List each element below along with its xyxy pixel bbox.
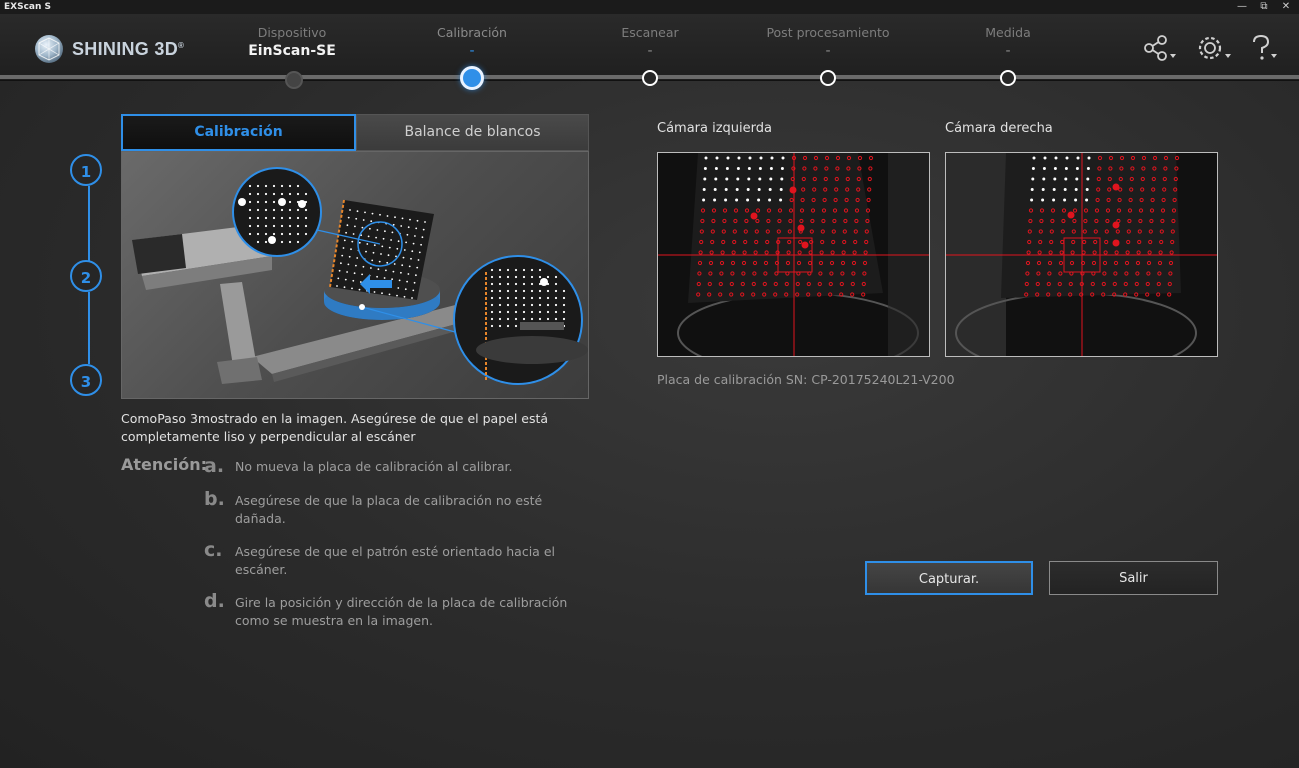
step-label: Post procesamiento — [766, 25, 890, 40]
minimize-icon[interactable]: — — [1231, 0, 1253, 14]
step-post-procesamiento[interactable]: Post procesamiento - — [743, 25, 913, 59]
logo: SHINING 3D® — [34, 34, 184, 64]
step-calibracion[interactable]: Calibración - — [387, 25, 557, 59]
progress-node-medida[interactable] — [1000, 70, 1016, 86]
attention-item-a: No mueva la placa de calibración al cali… — [235, 459, 513, 474]
attention-item-d: Gire la posición y dirección de la placa… — [235, 595, 568, 628]
step-label: Calibración — [437, 25, 507, 40]
logo-text: SHINING 3D® — [72, 38, 185, 59]
tab-calibracion[interactable]: Calibración — [121, 114, 356, 151]
title-bar: EXScan S — ⧉ ✕ — [0, 0, 1299, 14]
progress-node-escanear[interactable] — [642, 70, 658, 86]
attention-letter-d: d. — [204, 590, 225, 612]
calibration-illustration — [121, 151, 589, 399]
tab-balance-de-blancos[interactable]: Balance de blancos — [356, 114, 589, 151]
step-value: - — [469, 43, 475, 59]
step-value: EinScan-SE — [248, 43, 336, 59]
attention-letter-a: a. — [204, 455, 225, 477]
step-connector — [88, 292, 90, 364]
progress-node-calibracion[interactable] — [460, 66, 484, 90]
calibration-tabs: Calibración Balance de blancos — [121, 114, 589, 151]
step-medida[interactable]: Medida - — [923, 25, 1093, 59]
left-camera-title: Cámara izquierda — [657, 121, 772, 136]
step-label: Medida — [985, 25, 1031, 40]
step-number-3: 3 — [70, 364, 102, 396]
restore-icon[interactable]: ⧉ — [1253, 0, 1275, 14]
calibration-serial: Placa de calibración SN: CP-20175240L21-… — [657, 372, 955, 387]
step-label: Dispositivo — [257, 25, 327, 40]
step-dispositivo[interactable]: Dispositivo EinScan-SE — [207, 25, 377, 59]
share-icon[interactable] — [1143, 34, 1183, 64]
attention-item-b: Asegúrese de que la placa de calibración… — [235, 493, 543, 526]
step-connector — [88, 186, 90, 261]
step-label: Escanear — [621, 25, 679, 40]
progress-node-dispositivo[interactable] — [285, 71, 303, 89]
attention-letter-b: b. — [204, 488, 225, 510]
instruction-description: ComoPaso 3mostrado en la imagen. Asegúre… — [121, 411, 549, 444]
right-camera-title: Cámara derecha — [945, 121, 1053, 136]
capture-button[interactable]: Capturar. — [865, 561, 1033, 595]
exit-button[interactable]: Salir — [1049, 561, 1218, 595]
attention-item-c: Asegúrese de que el patrón esté orientad… — [235, 544, 555, 577]
step-value: - — [825, 43, 831, 59]
left-camera-view — [657, 152, 930, 357]
progress-node-post-procesamiento[interactable] — [820, 70, 836, 86]
step-number-1: 1 — [70, 154, 102, 186]
help-icon[interactable] — [1249, 34, 1289, 64]
settings-icon[interactable] — [1197, 34, 1237, 64]
right-camera-view — [945, 152, 1218, 357]
globe-logo-icon — [35, 35, 63, 63]
step-value: - — [647, 43, 653, 59]
step-number-2: 2 — [70, 260, 102, 292]
step-escanear[interactable]: Escanear - — [565, 25, 735, 59]
step-value: - — [1005, 43, 1011, 59]
attention-letter-c: c. — [204, 539, 223, 561]
close-icon[interactable]: ✕ — [1275, 0, 1297, 14]
window-title: EXScan S — [4, 2, 51, 12]
attention-label: Atención: — [121, 455, 208, 474]
